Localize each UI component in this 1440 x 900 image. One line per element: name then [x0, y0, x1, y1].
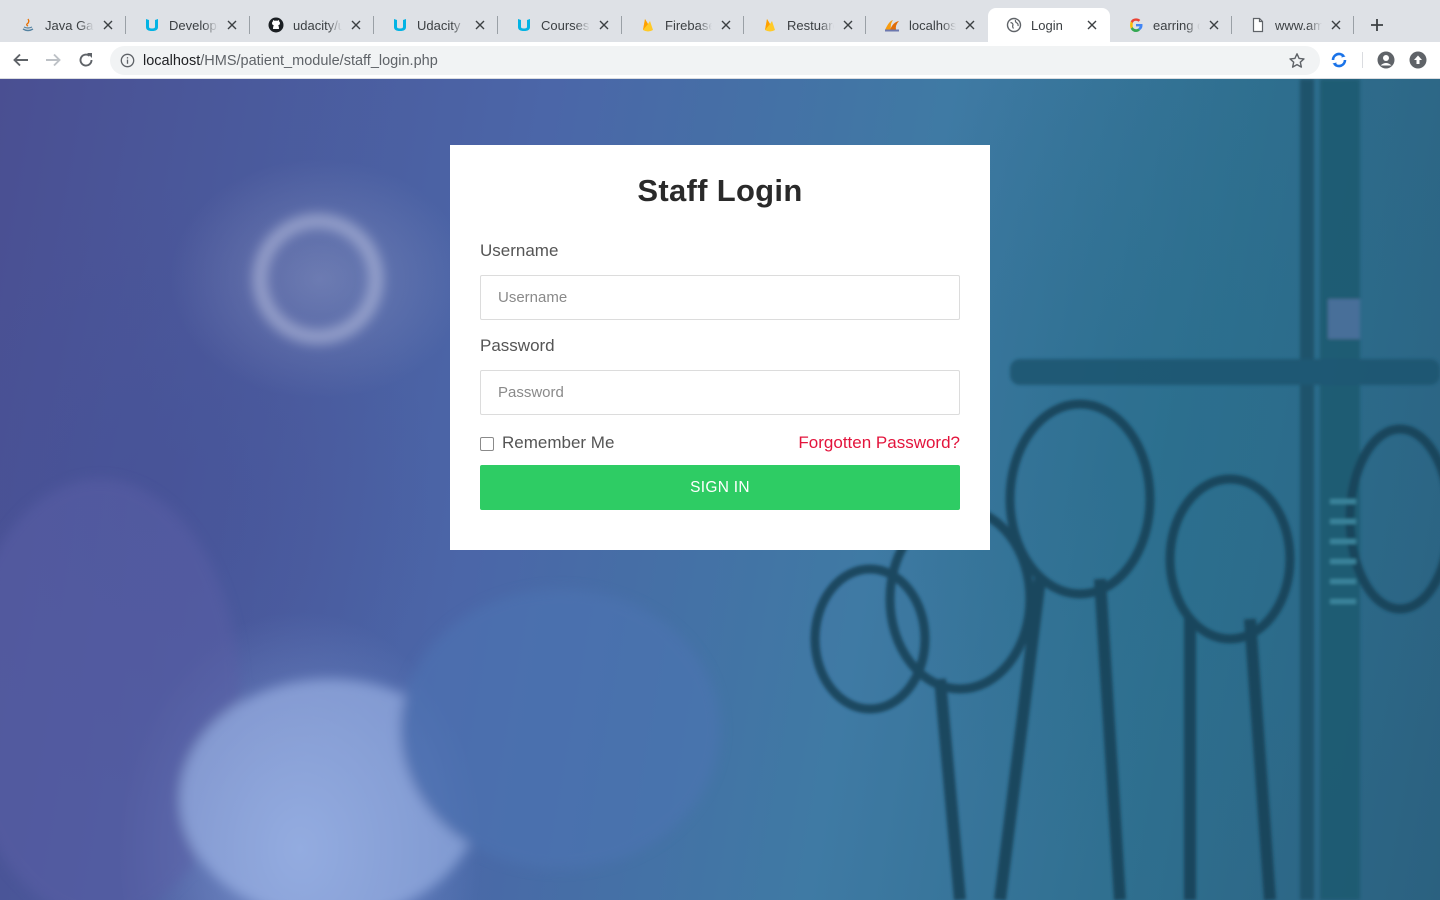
tab-udacity-github[interactable]: udacity/ud: [250, 8, 374, 42]
reload-icon: [79, 53, 93, 67]
forward-button[interactable]: [41, 48, 65, 72]
tab-udacity[interactable]: Udacity: [374, 8, 498, 42]
close-icon[interactable]: [472, 17, 488, 33]
back-button[interactable]: [9, 48, 33, 72]
tab-title: Java Game: [45, 17, 94, 33]
reload-button[interactable]: [74, 48, 98, 72]
phpmyadmin-icon: [884, 17, 900, 33]
tab-restuarent[interactable]: Restuaren: [744, 8, 866, 42]
tab-title: udacity/ud: [293, 17, 342, 33]
tab-title: localhost /: [909, 17, 956, 33]
close-icon[interactable]: [840, 17, 856, 33]
close-icon[interactable]: [348, 17, 364, 33]
close-icon[interactable]: [596, 17, 612, 33]
info-icon[interactable]: [119, 53, 135, 69]
forgot-password-link[interactable]: Forgotten Password?: [798, 433, 960, 453]
google-icon: [1128, 17, 1144, 33]
java-icon: [20, 17, 36, 33]
remember-me[interactable]: Remember Me: [480, 433, 614, 453]
tab-login[interactable]: Login: [988, 8, 1110, 42]
tab-courses[interactable]: Courses |: [498, 8, 622, 42]
login-card: Staff Login Username Password Remember M…: [450, 145, 990, 550]
address-bar[interactable]: localhost/HMS/patient_module/staff_login…: [110, 46, 1320, 75]
tab-java-game[interactable]: Java Game: [2, 8, 126, 42]
tab-title: Developing: [169, 17, 218, 33]
close-icon[interactable]: [1084, 17, 1100, 33]
url-host: localhost: [143, 52, 201, 69]
firebase-icon: [762, 17, 778, 33]
tab-title: Login: [1031, 17, 1063, 33]
password-label: Password: [480, 336, 555, 355]
close-icon[interactable]: [100, 17, 116, 33]
close-icon[interactable]: [962, 17, 978, 33]
toolbar-divider: [1362, 52, 1363, 68]
url-path: /HMS/patient_module/staff_login.php: [200, 52, 438, 69]
plus-icon: [1371, 19, 1383, 31]
github-icon: [268, 17, 284, 33]
page-viewport: Staff Login Username Password Remember M…: [0, 79, 1440, 900]
new-tab-button[interactable]: [1366, 14, 1388, 36]
username-label: Username: [480, 241, 559, 260]
udacity-icon: [144, 17, 160, 33]
tab-amazon[interactable]: www.ama: [1232, 8, 1354, 42]
tab-title: Restuaren: [787, 17, 834, 33]
close-icon[interactable]: [1328, 17, 1344, 33]
remember-me-checkbox[interactable]: [480, 437, 494, 451]
close-icon[interactable]: [718, 17, 734, 33]
username-input[interactable]: [480, 275, 960, 320]
bookmark-star-icon[interactable]: [1288, 52, 1306, 70]
globe-icon: [1006, 17, 1022, 33]
password-input[interactable]: [480, 370, 960, 415]
firebase-icon: [640, 17, 656, 33]
tab-earring[interactable]: earring on: [1110, 8, 1232, 42]
tab-developing[interactable]: Developing: [126, 8, 250, 42]
sign-in-button[interactable]: SIGN IN: [480, 465, 960, 510]
udacity-icon: [516, 17, 532, 33]
url-text: localhost/HMS/patient_module/staff_login…: [143, 53, 438, 69]
tab-title: www.ama: [1275, 17, 1322, 33]
close-icon[interactable]: [224, 17, 240, 33]
tab-title: Firebase: [665, 17, 712, 33]
tab-title: Udacity: [417, 17, 461, 33]
tab-strip: Java Game Developing udacity/ud Udacity …: [0, 0, 1440, 42]
tab-firebase[interactable]: Firebase: [622, 8, 744, 42]
profile-avatar-icon[interactable]: [1376, 50, 1396, 70]
browser-toolbar: localhost/HMS/patient_module/staff_login…: [0, 42, 1440, 79]
close-icon[interactable]: [1206, 17, 1222, 33]
udacity-icon: [392, 17, 408, 33]
tab-title: Courses |: [541, 17, 590, 33]
remember-me-label: Remember Me: [502, 433, 615, 452]
arrow-left-icon: [13, 53, 28, 67]
tab-title: earring on: [1153, 17, 1200, 33]
document-icon: [1250, 17, 1266, 33]
sync-extension-icon[interactable]: [1329, 50, 1349, 70]
update-menu-icon[interactable]: [1408, 50, 1428, 70]
arrow-right-icon: [46, 53, 61, 67]
page-title: Staff Login: [637, 173, 803, 208]
tab-localhost-phpmyadmin[interactable]: localhost /: [866, 8, 988, 42]
